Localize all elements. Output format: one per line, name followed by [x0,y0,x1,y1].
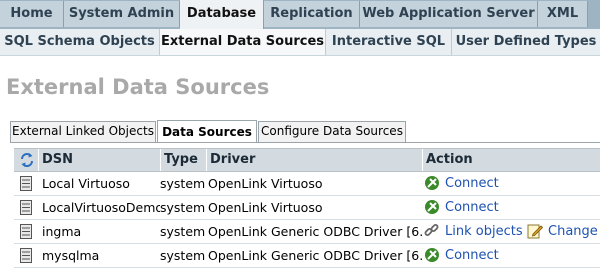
column-type[interactable]: Type [160,149,206,171]
cell-driver: OpenLink Generic ODBC Driver [6.0] [208,248,422,263]
cell-dsn: mysqlma [42,248,100,263]
page-title: External Data Sources [6,75,270,99]
subtab-sql-schema-objects[interactable]: SQL Schema Objects [0,29,160,55]
table-row: mysqlma system OpenLink Generic ODBC Dri… [14,244,600,268]
cell-dsn: LocalVirtuosoDemo [42,200,160,215]
column-dsn[interactable]: DSN [38,149,160,171]
refresh-icon[interactable] [18,151,36,173]
datasource-icon [20,248,32,267]
cell-driver: OpenLink Generic ODBC Driver [6.0] [208,224,422,239]
link-icon[interactable] [424,223,440,243]
cell-driver: OpenLink Virtuoso [208,176,323,191]
connect-link[interactable]: Connect [445,172,525,195]
cell-dsn: Local Virtuoso [42,176,130,191]
cell-type: system [160,224,206,239]
tab-database[interactable]: Database [180,0,264,29]
table-row: LocalVirtuosoDemo system OpenLink Virtuo… [14,196,600,220]
table-header: DSN Type Driver Action [14,148,600,172]
connect-plug-icon[interactable] [424,175,440,195]
cell-type: system [160,248,206,263]
tab-replication[interactable]: Replication [264,1,360,27]
tab-home[interactable]: Home [0,1,64,27]
inner-tab-external-linked-objects[interactable]: External Linked Objects [10,121,156,142]
connect-link[interactable]: Connect [445,244,525,267]
cell-type: system [160,176,206,191]
inner-tab-data-sources[interactable]: Data Sources [157,120,257,143]
tab-xml[interactable]: XML [538,1,588,27]
sub-nav: SQL Schema Objects External Data Sources… [0,29,600,56]
cell-driver: OpenLink Virtuoso [208,200,323,215]
column-driver[interactable]: Driver [206,149,422,171]
column-action: Action [422,149,600,171]
datasource-icon [20,200,32,219]
subtab-external-data-sources[interactable]: External Data Sources [160,29,326,55]
change-link[interactable]: Change [548,220,600,243]
edit-icon[interactable] [527,223,544,243]
datasource-icon [20,224,32,243]
link-objects-link[interactable]: Link objects [445,220,527,243]
cell-dsn: ingma [42,224,82,239]
datasource-icon [20,176,32,195]
connect-plug-icon[interactable] [424,199,440,219]
subtab-user-defined-types[interactable]: User Defined Types [452,29,600,55]
tab-divider [10,142,600,143]
table-row: Local Virtuoso system OpenLink Virtuoso … [14,172,600,196]
tab-web-application-server[interactable]: Web Application Server [360,1,538,27]
inner-tab-configure-data-sources[interactable]: Configure Data Sources [258,121,406,142]
subtab-interactive-sql[interactable]: Interactive SQL [326,29,452,55]
cell-type: system [160,200,206,215]
main-nav: Home System Admin Database Replication W… [0,0,600,29]
table-row: ingma system OpenLink Generic ODBC Drive… [14,220,600,244]
connect-plug-icon[interactable] [424,247,440,267]
connect-link[interactable]: Connect [445,196,525,219]
tab-system-admin[interactable]: System Admin [64,1,180,27]
